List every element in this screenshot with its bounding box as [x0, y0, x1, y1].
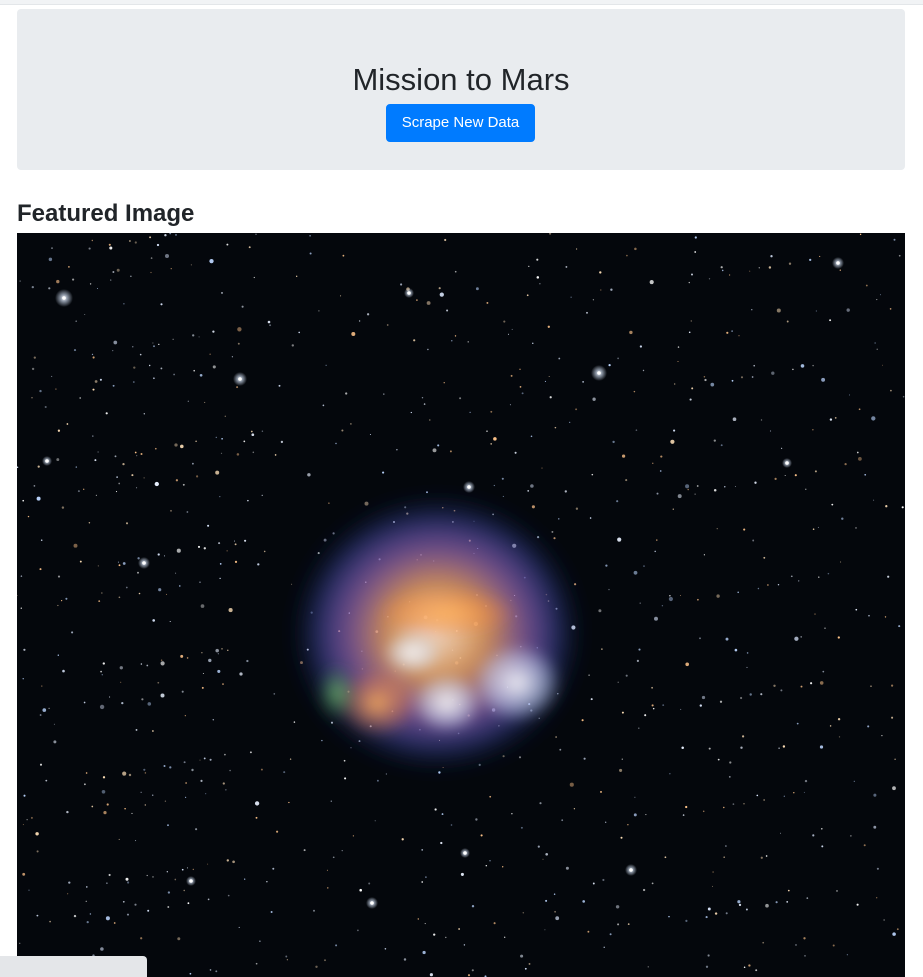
scrape-new-data-button[interactable]: Scrape New Data: [386, 104, 535, 142]
featured-image: [17, 233, 905, 977]
bottom-overlay-tab: [0, 956, 147, 977]
jumbotron-header: Mission to Mars Scrape New Data: [17, 9, 905, 170]
featured-image-heading: Featured Image: [17, 200, 195, 227]
page-title: Mission to Mars: [352, 62, 570, 97]
top-border: [0, 0, 923, 5]
